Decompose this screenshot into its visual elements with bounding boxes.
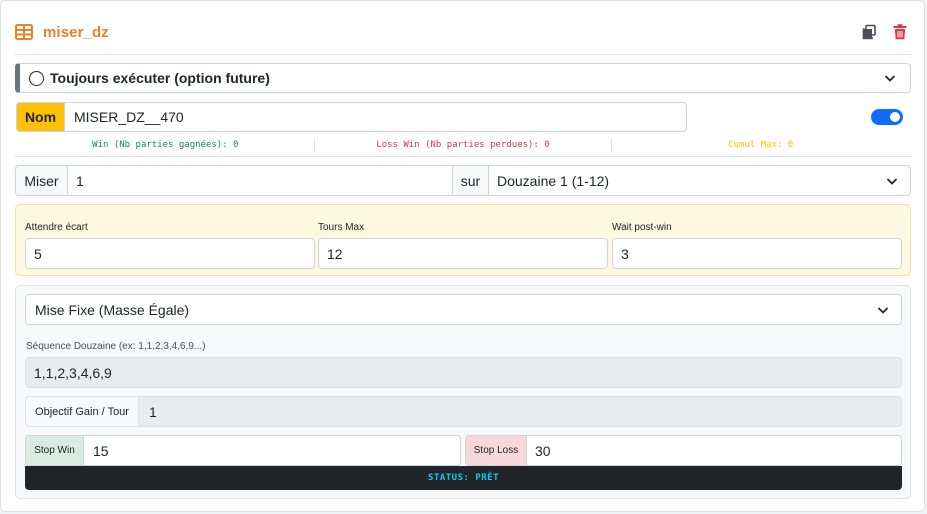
active-toggle[interactable] (871, 109, 903, 125)
strategy-card: miser_dz Toujours exécuter (option futur… (0, 0, 925, 512)
nom-label: Nom (16, 102, 65, 132)
card-header: miser_dz (15, 19, 911, 45)
nom-input[interactable]: MISER_DZ__470 (65, 102, 687, 132)
stats-divider (15, 156, 911, 157)
wait-label: Wait post-win (612, 222, 672, 233)
stop-loss-label: Stop Loss (466, 436, 527, 465)
sequence-input[interactable]: 1,1,2,3,4,6,9 (25, 357, 902, 388)
timing-params-panel: Attendre écart 5 Tours Max 12 Wait post-… (15, 204, 911, 276)
mise-mode-select[interactable]: Mise Fixe (Masse Égale) (25, 294, 902, 325)
tours-field: Tours Max 12 (318, 222, 608, 269)
mise-panel: Mise Fixe (Masse Égale) Séquence Douzain… (15, 285, 911, 499)
miser-label: Miser (16, 166, 67, 195)
stop-win-group: Stop Win 15 (25, 435, 461, 466)
miser-row: Miser 1 sur Douzaine 1 (1-12) (15, 165, 911, 196)
miser-input[interactable]: 1 (76, 166, 456, 195)
strategy-title: miser_dz (43, 23, 109, 41)
sur-label: sur (453, 166, 488, 195)
attendre-label: Attendre écart (25, 222, 88, 233)
status-bar: STATUS: PRÊT (25, 466, 902, 490)
stop-win-label: Stop Win (26, 436, 84, 465)
toujours-executer-toggle[interactable]: Toujours exécuter (option future) (15, 63, 911, 93)
stats-row: Win (Nb parties gagnées): 0 Loss Win (Nb… (17, 138, 909, 152)
toggle-knob (890, 112, 900, 122)
table-grid-icon (15, 24, 33, 40)
sequence-label: Séquence Douzaine (ex: 1,1,2,3,4,6,9...) (26, 341, 206, 352)
stat-cumul: Cumul Max: 0 (611, 138, 909, 152)
divider (488, 166, 489, 195)
chevron-down-icon[interactable] (886, 175, 898, 187)
trash-icon[interactable] (893, 24, 907, 40)
wait-input[interactable]: 3 (612, 238, 902, 269)
target-select[interactable]: Douzaine 1 (1-12) (497, 166, 897, 195)
objectif-row: Objectif Gain / Tour 1 (25, 396, 902, 427)
objectif-label: Objectif Gain / Tour (26, 397, 139, 426)
objectif-input[interactable]: 1 (149, 397, 157, 426)
toujours-label: Toujours exécuter (option future) (50, 70, 270, 86)
attendre-field: Attendre écart 5 (25, 222, 315, 269)
stat-loss: Loss Win (Nb parties perdues): 0 (313, 138, 612, 152)
wait-field: Wait post-win 3 (612, 222, 902, 269)
tours-input[interactable]: 12 (318, 238, 608, 269)
tours-label: Tours Max (318, 222, 365, 233)
stop-win-input[interactable]: 15 (93, 436, 109, 465)
stat-win: Win (Nb parties gagnées): 0 (92, 140, 239, 150)
chevron-down-icon[interactable] (877, 304, 889, 316)
header-divider (15, 54, 911, 55)
attendre-input[interactable]: 5 (25, 238, 315, 269)
mise-mode-value: Mise Fixe (Masse Égale) (35, 301, 190, 318)
divider (67, 166, 68, 195)
stop-loss-group: Stop Loss 30 (465, 435, 902, 466)
chevron-down-icon[interactable] (884, 72, 896, 84)
stop-loss-input[interactable]: 30 (535, 436, 551, 465)
radio-circle-icon[interactable] (29, 70, 44, 86)
copy-icon[interactable] (861, 24, 877, 40)
